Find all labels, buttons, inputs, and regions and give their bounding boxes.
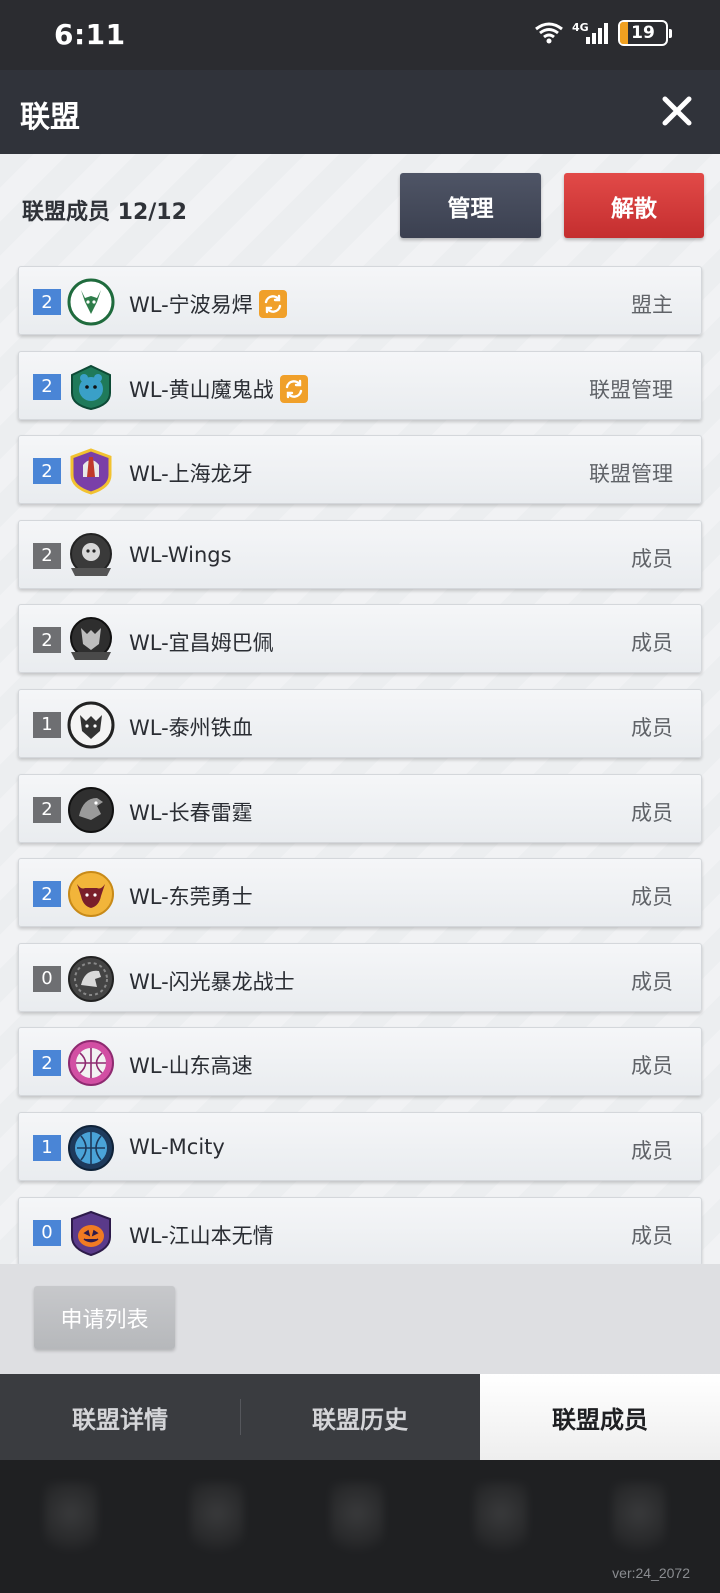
disband-button[interactable]: 解散 [564,173,704,238]
team-name: WL-上海龙牙 [129,462,253,487]
member-role: 成员 [631,1054,673,1079]
basketball-team-logo-icon [68,1040,114,1087]
wifi-icon [535,22,563,44]
wings-team-logo-icon [70,532,112,576]
level-badge: 2 [33,289,61,315]
members-count: 联盟成员 12/12 [22,200,187,225]
beast-team-logo-icon [67,701,115,749]
member-row[interactable]: 2 WL-上海龙牙 联盟管理 [18,435,702,505]
level-badge: 0 [33,965,61,992]
member-role: 成员 [631,1223,673,1248]
blurred-nav-icon [612,1482,666,1560]
team-name: WL-宜昌姆巴佩 [129,631,274,656]
signal-4g-icon: 4G [572,21,608,44]
dialog-header: 联盟 [0,70,720,154]
bottom-nav-blurred: ver:24_2072 [0,1460,720,1593]
dragon-team-logo-icon [68,786,114,833]
member-row[interactable]: 0 WL-闪光暴龙战士 成员 [18,942,702,1012]
pumpkin-team-logo-icon [71,1210,111,1256]
members-panel: 联盟成员 12/12 管理 解散 2 WL-宁波易焊 盟主 2 WL-黄山魔鬼战… [0,154,720,1266]
member-row[interactable]: 1 WL-泰州铁血 成员 [18,688,702,758]
mcity-team-logo-icon [68,1124,114,1171]
member-row[interactable]: 2 WL-Wings 成员 [18,519,702,589]
network-label: 4G [572,21,589,34]
team-name: WL-宁波易焊 [129,289,287,319]
apply-list-button[interactable]: 申请列表 [34,1286,175,1349]
deer-team-logo-icon [67,278,115,326]
switch-icon[interactable] [258,290,287,318]
level-badge: 2 [33,373,61,400]
team-name: WL-江山本无情 [129,1223,274,1248]
level-badge: 0 [33,1219,61,1246]
member-list: 2 WL-宁波易焊 盟主 2 WL-黄山魔鬼战 联盟管理 2 WL-上海龙牙 联… [18,266,702,1281]
member-row[interactable]: 1 WL-Mcity 成员 [18,1111,702,1181]
spartan-team-logo-icon [70,448,112,495]
team-name: WL-闪光暴龙战士 [129,969,295,994]
team-name: WL-Wings [129,542,232,567]
level-badge: 2 [33,458,61,485]
apply-area: 申请列表 [0,1264,720,1374]
member-role: 成员 [631,715,673,740]
status-time: 6:11 [54,18,126,51]
wolf-team-logo-icon [70,617,112,661]
level-badge: 1 [33,711,61,738]
tab-alliance-details[interactable]: 联盟详情 [0,1374,240,1460]
level-badge: 2 [33,881,61,908]
member-role: 盟主 [631,293,673,317]
team-name-text: WL-黄山魔鬼战 [129,377,274,402]
member-role: 成员 [631,800,673,825]
level-badge: 2 [33,796,61,823]
member-role: 成员 [631,969,673,994]
level-badge: 1 [33,1134,61,1161]
team-name: WL-黄山魔鬼战 [129,374,308,404]
team-name: WL-山东高速 [129,1054,253,1079]
blurred-nav-icon [190,1482,244,1560]
team-name: WL-长春雷霆 [129,800,253,825]
member-role: 成员 [631,1138,673,1163]
status-icons: 4G 19 [534,20,672,46]
battery-level: 19 [631,23,655,43]
tab-alliance-history[interactable]: 联盟历史 [240,1374,480,1460]
dialog-title: 联盟 [20,100,80,135]
bull-team-logo-icon [68,871,114,918]
switch-icon[interactable] [279,374,308,403]
status-bar: 6:11 4G 19 [0,0,720,70]
battery-icon: 19 [618,20,672,46]
blurred-nav-icon [474,1482,528,1560]
close-icon[interactable] [656,90,698,132]
raptor-team-logo-icon [68,955,114,1002]
level-badge: 2 [33,627,61,654]
member-row[interactable]: 2 WL-黄山魔鬼战 联盟管理 [18,350,702,420]
alliance-tabs: 联盟详情 联盟历史 联盟成员 [0,1374,720,1460]
team-name: WL-Mcity [129,1134,225,1159]
blurred-nav-icon [44,1482,98,1560]
bear-team-logo-icon [71,364,111,410]
member-row[interactable]: 2 WL-宁波易焊 盟主 [18,266,702,335]
member-role: 联盟管理 [589,462,673,487]
manage-button[interactable]: 管理 [400,173,541,238]
member-row[interactable]: 2 WL-山东高速 成员 [18,1027,702,1097]
member-role: 联盟管理 [589,377,673,402]
blurred-nav-icon [330,1482,384,1560]
team-name: WL-泰州铁血 [129,715,253,740]
member-row[interactable]: 2 WL-宜昌姆巴佩 成员 [18,604,702,674]
member-row[interactable]: 2 WL-长春雷霆 成员 [18,773,702,843]
team-name: WL-东莞勇士 [129,885,253,910]
member-row[interactable]: 2 WL-东莞勇士 成员 [18,858,702,928]
level-badge: 2 [33,1050,61,1077]
member-role: 成员 [631,546,673,571]
tab-alliance-members[interactable]: 联盟成员 [480,1374,720,1460]
team-name-text: WL-宁波易焊 [129,293,253,317]
version-label: ver:24_2072 [612,1565,690,1581]
member-role: 成员 [631,885,673,910]
member-role: 成员 [631,631,673,656]
level-badge: 2 [33,542,61,569]
member-row[interactable]: 0 WL-江山本无情 成员 [18,1196,702,1266]
